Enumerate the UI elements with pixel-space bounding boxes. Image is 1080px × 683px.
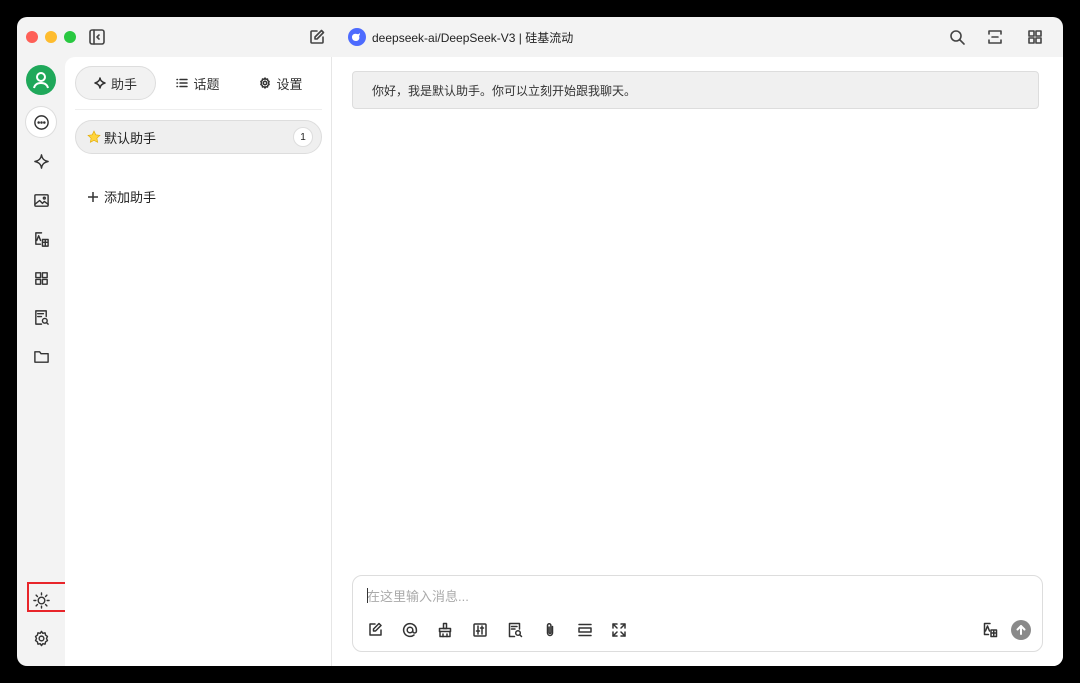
at-icon[interactable] <box>400 620 420 640</box>
model-title-text: deepseek-ai/DeepSeek-V3 | 硅基流动 <box>372 30 574 45</box>
message-input[interactable] <box>367 586 1007 606</box>
assistant-item-label: 默认助手 <box>104 130 157 146</box>
message-composer <box>352 575 1043 652</box>
assistant-sidebar: 助手 话题 设置 默认助手 1 添加助手 <box>65 57 332 666</box>
sparkle-icon <box>94 77 106 89</box>
assistant-item-default[interactable]: 默认助手 1 <box>75 120 322 154</box>
list-icon <box>176 78 189 88</box>
tab-topics-label: 话题 <box>193 76 220 92</box>
sidebar-toggle-icon[interactable] <box>86 26 108 48</box>
gear-icon <box>260 77 271 89</box>
maximize-window-button[interactable] <box>64 31 76 43</box>
tab-topics[interactable]: 话题 <box>156 66 240 100</box>
close-window-button[interactable] <box>26 31 38 43</box>
star-icon <box>87 130 101 143</box>
image-icon[interactable] <box>26 185 56 215</box>
plus-icon <box>88 191 98 202</box>
collapse-icon[interactable] <box>575 620 595 640</box>
welcome-message: 你好，我是默认助手。你可以立刻开始跟我聊天。 <box>352 71 1039 109</box>
edit-icon[interactable] <box>365 620 385 640</box>
new-chat-icon[interactable] <box>306 26 328 48</box>
sliders-icon[interactable] <box>470 620 490 640</box>
folder-icon[interactable] <box>26 341 56 371</box>
sidebar-divider <box>75 109 322 110</box>
model-title[interactable]: deepseek-ai/DeepSeek-V3 | 硅基流动 <box>348 27 573 47</box>
send-button[interactable] <box>1011 620 1031 640</box>
search-icon[interactable] <box>946 26 968 48</box>
apps-icon[interactable] <box>26 263 56 293</box>
add-assistant-button[interactable]: 添加助手 <box>87 187 156 206</box>
sidebar-tabs: 助手 话题 设置 <box>75 66 322 100</box>
doc-search-icon[interactable] <box>505 620 525 640</box>
app-window: deepseek-ai/DeepSeek-V3 | 硅基流动 助手 话题 设置 … <box>17 17 1063 666</box>
settings-gear-icon[interactable] <box>26 623 56 653</box>
title-bar: deepseek-ai/DeepSeek-V3 | 硅基流动 <box>17 17 1063 57</box>
translate-icon[interactable] <box>980 620 1000 640</box>
translate-icon[interactable] <box>26 224 56 254</box>
tab-settings[interactable]: 设置 <box>240 66 322 100</box>
chat-area: 你好，我是默认助手。你可以立刻开始跟我聊天。 <box>332 57 1063 666</box>
tab-assistants[interactable]: 助手 <box>75 66 156 100</box>
avatar[interactable] <box>26 65 56 95</box>
text-cursor <box>367 588 368 603</box>
sparkle-icon[interactable] <box>26 146 56 176</box>
topic-count-badge: 1 <box>293 127 313 147</box>
arrow-up-icon <box>1016 625 1026 635</box>
tab-assistants-label: 助手 <box>110 76 137 92</box>
chat-icon[interactable] <box>26 107 56 137</box>
minimize-window-button[interactable] <box>45 31 57 43</box>
grid-icon[interactable] <box>1024 26 1046 48</box>
clean-icon[interactable] <box>435 620 455 640</box>
tab-settings-label: 设置 <box>276 76 303 92</box>
expand-icon[interactable] <box>984 26 1006 48</box>
add-assistant-label: 添加助手 <box>104 190 157 205</box>
paperclip-icon[interactable] <box>540 620 560 640</box>
doc-search-icon[interactable] <box>26 302 56 332</box>
deepseek-logo-icon <box>348 28 366 46</box>
left-rail <box>17 57 65 666</box>
fullscreen-icon[interactable] <box>609 620 629 640</box>
